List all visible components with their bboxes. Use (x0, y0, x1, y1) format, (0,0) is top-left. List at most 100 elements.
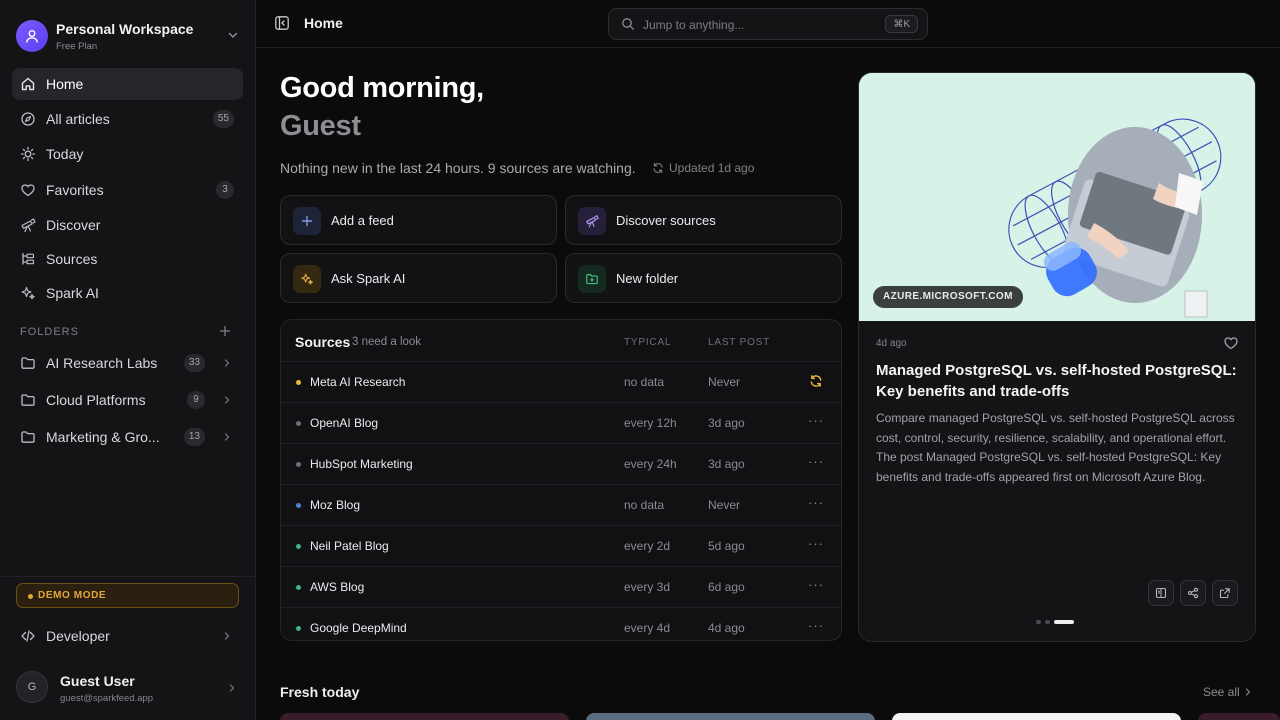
telescope-icon (21, 218, 36, 233)
article-card-peek[interactable] (280, 713, 569, 720)
featured-article-card[interactable]: AZURE.MICROSOFT.COM 4d ago Managed Postg… (858, 72, 1256, 642)
search-icon (622, 18, 634, 30)
source-row[interactable]: Neil Patel Blog every 2d 5d ago ··· (281, 525, 841, 566)
chevron-right-icon (224, 359, 230, 367)
more-icon[interactable]: ··· (808, 537, 824, 554)
article-title[interactable]: Managed PostgreSQL vs. self-hosted Postg… (876, 360, 1242, 402)
telescope-icon (578, 207, 606, 235)
sidebar-item-all-articles[interactable]: All articles 55 (12, 103, 243, 135)
more-icon[interactable]: ··· (808, 578, 824, 595)
count-badge: 55 (212, 110, 234, 128)
home-icon (21, 77, 35, 91)
source-last-post: 6d ago (708, 580, 745, 594)
sidebar-item-discover[interactable]: Discover (12, 209, 243, 241)
chevron-right-icon (224, 396, 230, 404)
add-folder-button[interactable] (218, 324, 232, 338)
source-row[interactable]: Google DeepMind every 4d 4d ago ··· (281, 607, 841, 640)
source-name: OpenAI Blog (310, 416, 379, 430)
folders-heading: FOLDERS (20, 326, 79, 338)
sidebar-item-label: Developer (46, 628, 110, 644)
sidebar-item-label: Favorites (46, 182, 104, 198)
source-name: AWS Blog (310, 580, 365, 594)
share-icon (1187, 587, 1199, 599)
sidebar-divider (0, 576, 255, 577)
sidebar-item-spark-ai[interactable]: Spark AI (12, 277, 243, 309)
workspace-name: Personal Workspace (56, 21, 194, 37)
sidebar-item-developer[interactable]: Developer (12, 620, 243, 652)
chevron-right-icon[interactable] (226, 682, 238, 694)
status-text: Nothing new in the last 24 hours. 9 sour… (280, 160, 636, 176)
code-icon (21, 630, 35, 642)
article-card-peek[interactable] (892, 713, 1181, 720)
workspace-switcher[interactable]: Personal Workspace Free Plan (16, 20, 240, 54)
source-pill[interactable]: AZURE.MICROSOFT.COM (873, 286, 1023, 308)
sidebar-toggle-icon[interactable] (274, 15, 290, 31)
sidebar-item-today[interactable]: Today (12, 138, 243, 170)
source-name: HubSpot Marketing (310, 457, 413, 471)
more-icon[interactable]: ··· (808, 496, 824, 513)
sidebar-item-folder[interactable]: Cloud Platforms 9 (12, 384, 243, 416)
status-dot (296, 462, 301, 467)
sources-title: Sources (295, 334, 351, 350)
source-row[interactable]: HubSpot Marketing every 24h 3d ago ··· (281, 443, 841, 484)
sidebar-item-home[interactable]: Home (12, 68, 243, 100)
search-input[interactable]: Jump to anything... ⌘K (608, 8, 928, 40)
share-button[interactable] (1180, 580, 1206, 606)
sidebar-item-label: Cloud Platforms (46, 392, 146, 408)
ask-spark-ai-button[interactable]: Ask Spark AI (280, 253, 557, 303)
source-row[interactable]: Moz Blog no data Never ··· (281, 484, 841, 525)
article-date: 4d ago (876, 338, 907, 349)
column-header-last-post: LAST POST (708, 337, 771, 348)
user-email: guest@sparkfeed.app (60, 693, 154, 704)
see-all-link[interactable]: See all (1203, 685, 1253, 699)
source-row[interactable]: Meta AI Research no data Never (281, 361, 841, 402)
reader-view-button[interactable] (1148, 580, 1174, 606)
new-folder-button[interactable]: New folder (565, 253, 842, 303)
carousel-dot[interactable] (1036, 620, 1041, 624)
carousel-dot-active[interactable] (1054, 620, 1074, 624)
carousel-dot[interactable] (1045, 620, 1050, 624)
updated-indicator[interactable]: Updated 1d ago (652, 161, 754, 175)
add-feed-button[interactable]: Add a feed (280, 195, 557, 245)
user-avatar[interactable]: G (16, 671, 48, 703)
chevron-right-icon (224, 433, 230, 441)
sidebar-item-folder[interactable]: AI Research Labs 33 (12, 347, 243, 379)
sidebar-item-sources[interactable]: Sources (12, 243, 243, 275)
sidebar-item-folder[interactable]: Marketing & Gro... 13 (12, 421, 243, 453)
source-last-post: 3d ago (708, 416, 745, 430)
status-dot (28, 594, 33, 599)
source-typical: no data (624, 498, 665, 512)
more-icon[interactable]: ··· (808, 455, 824, 472)
discover-sources-button[interactable]: Discover sources (565, 195, 842, 245)
status-dot (296, 626, 301, 631)
sidebar-item-favorites[interactable]: Favorites 3 (12, 174, 243, 206)
article-card-peek[interactable] (586, 713, 875, 720)
folder-icon (21, 357, 35, 369)
sources-subtitle: 3 need a look (352, 336, 422, 348)
greeting-name: Guest (280, 110, 361, 142)
section-title-fresh-today: Fresh today (280, 684, 360, 700)
heart-icon (21, 184, 35, 197)
chevron-down-icon (228, 32, 238, 38)
status-dot (296, 421, 301, 426)
article-card-peek[interactable] (1198, 713, 1280, 720)
source-name: Neil Patel Blog (310, 539, 389, 553)
sources-icon (22, 252, 35, 265)
source-last-post: Never (708, 375, 741, 389)
sources-panel: Sources 3 need a look TYPICAL LAST POST … (280, 319, 842, 641)
article-image: AZURE.MICROSOFT.COM (859, 73, 1255, 321)
more-icon[interactable]: ··· (808, 414, 824, 431)
refresh-icon[interactable] (808, 374, 824, 390)
more-icon[interactable]: ··· (808, 619, 824, 636)
count-badge: 13 (183, 428, 205, 446)
sparkles-icon (21, 286, 35, 300)
see-all-label: See all (1203, 685, 1240, 699)
favorite-button[interactable] (1223, 335, 1239, 351)
sidebar-item-label: AI Research Labs (46, 355, 158, 371)
user-icon (26, 30, 38, 43)
open-external-button[interactable] (1212, 580, 1238, 606)
sidebar-item-label: Discover (46, 217, 101, 233)
sidebar-item-label: All articles (46, 111, 110, 127)
source-row[interactable]: AWS Blog every 3d 6d ago ··· (281, 566, 841, 607)
source-row[interactable]: OpenAI Blog every 12h 3d ago ··· (281, 402, 841, 443)
